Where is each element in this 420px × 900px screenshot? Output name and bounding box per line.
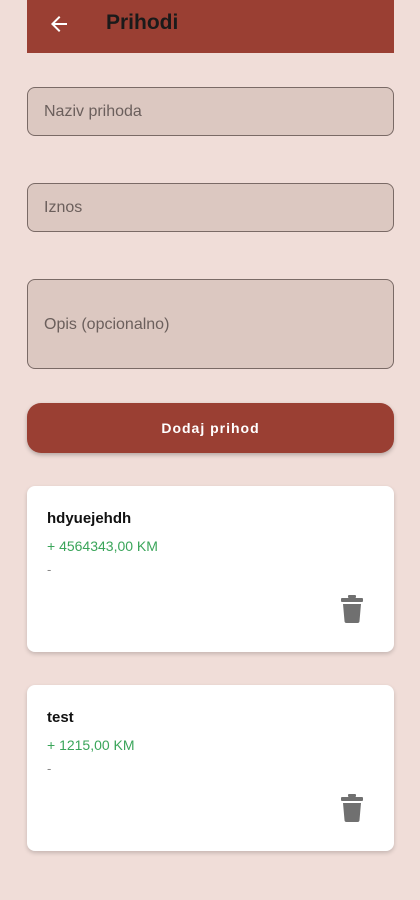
- income-card-amount: + 4564343,00 KM: [47, 538, 158, 554]
- income-card-description: -: [47, 761, 52, 776]
- back-arrow-icon[interactable]: [47, 12, 71, 36]
- add-income-button[interactable]: Dodaj prihod: [27, 403, 394, 453]
- app-bar: Prihodi: [27, 0, 394, 53]
- income-name-input[interactable]: [27, 87, 394, 136]
- income-card: test + 1215,00 KM -: [27, 685, 394, 851]
- trash-icon[interactable]: [341, 595, 363, 623]
- income-card: hdyuejehdh + 4564343,00 KM -: [27, 486, 394, 652]
- income-card-name: test: [47, 709, 74, 726]
- page-title: Prihodi: [106, 11, 179, 34]
- income-card-name: hdyuejehdh: [47, 510, 132, 527]
- income-card-description: -: [47, 562, 52, 577]
- income-amount-input[interactable]: [27, 183, 394, 232]
- income-description-input[interactable]: [27, 279, 394, 369]
- income-card-amount: + 1215,00 KM: [47, 737, 135, 753]
- trash-icon[interactable]: [341, 794, 363, 822]
